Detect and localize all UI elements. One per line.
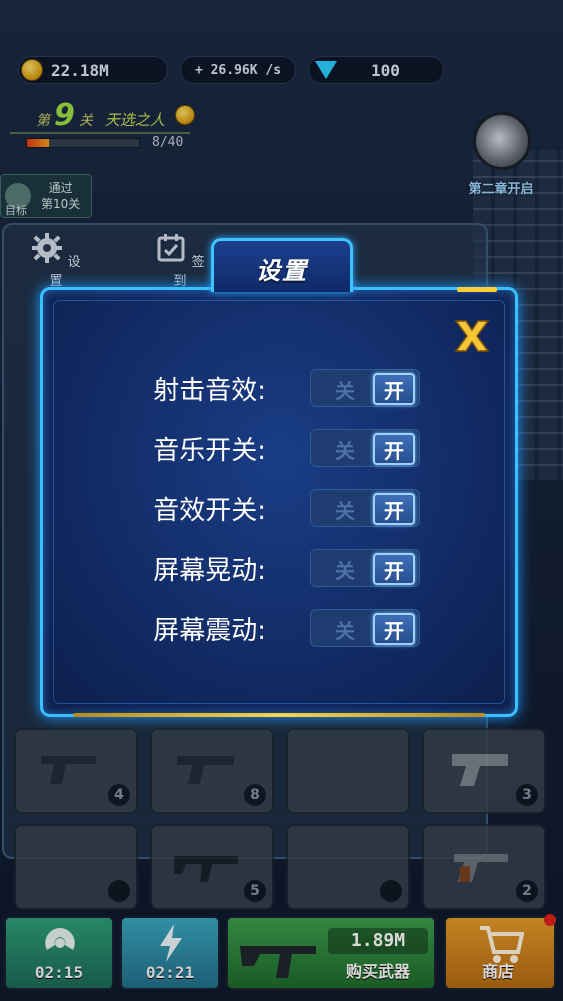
setting-label: 音乐开关: <box>153 436 266 466</box>
setting-label: 屏幕震动: <box>153 616 266 646</box>
toggle-off-option[interactable]: 关 <box>317 554 373 584</box>
setting-row-sound-effects: 音效开关: 关 开 <box>40 487 518 527</box>
setting-label: 射击音效: <box>153 376 266 406</box>
toggle-on-option[interactable]: 开 <box>373 373 415 405</box>
screen-shake-toggle[interactable]: 关 开 <box>310 549 420 587</box>
toggle-off-option[interactable]: 关 <box>317 494 373 524</box>
setting-label: 音效开关: <box>153 496 266 526</box>
close-button[interactable]: X <box>451 318 493 354</box>
settings-title: 设置 <box>256 257 308 285</box>
dialog-corner-accent <box>457 287 497 292</box>
toggle-off-option[interactable]: 关 <box>317 614 373 644</box>
settings-title-tab: 设置 <box>211 238 353 292</box>
toggle-off-option[interactable]: 关 <box>317 434 373 464</box>
toggle-on-option[interactable]: 开 <box>373 493 415 525</box>
sound-effects-toggle[interactable]: 关 开 <box>310 489 420 527</box>
setting-label: 屏幕晃动: <box>153 556 266 586</box>
setting-row-screen-vibration: 屏幕震动: 关 开 <box>40 607 518 647</box>
setting-row-screen-shake: 屏幕晃动: 关 开 <box>40 547 518 587</box>
close-icon <box>454 320 490 352</box>
setting-row-shoot-sound: 射击音效: 关 开 <box>40 367 518 407</box>
toggle-on-option[interactable]: 开 <box>373 613 415 645</box>
setting-row-music: 音乐开关: 关 开 <box>40 427 518 467</box>
toggle-on-option[interactable]: 开 <box>373 553 415 585</box>
dialog-bottom-accent <box>73 713 485 717</box>
shoot-sound-toggle[interactable]: 关 开 <box>310 369 420 407</box>
music-toggle[interactable]: 关 开 <box>310 429 420 467</box>
toggle-on-option[interactable]: 开 <box>373 433 415 465</box>
toggle-off-option[interactable]: 关 <box>317 374 373 404</box>
screen-vibration-toggle[interactable]: 关 开 <box>310 609 420 647</box>
